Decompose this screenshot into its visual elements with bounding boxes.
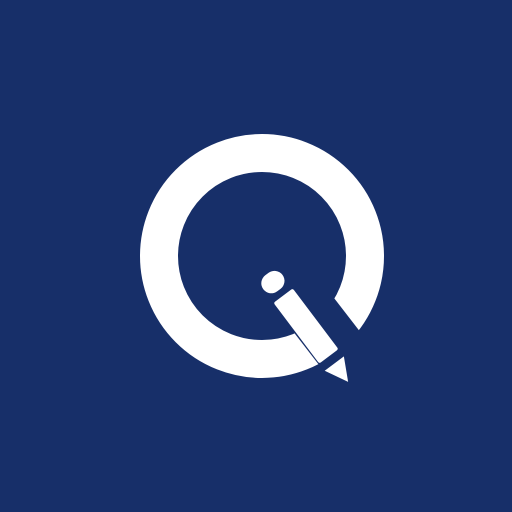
q-ring-shape (140, 134, 384, 378)
q-pencil-logo-icon (140, 134, 384, 382)
app-icon (0, 0, 512, 512)
